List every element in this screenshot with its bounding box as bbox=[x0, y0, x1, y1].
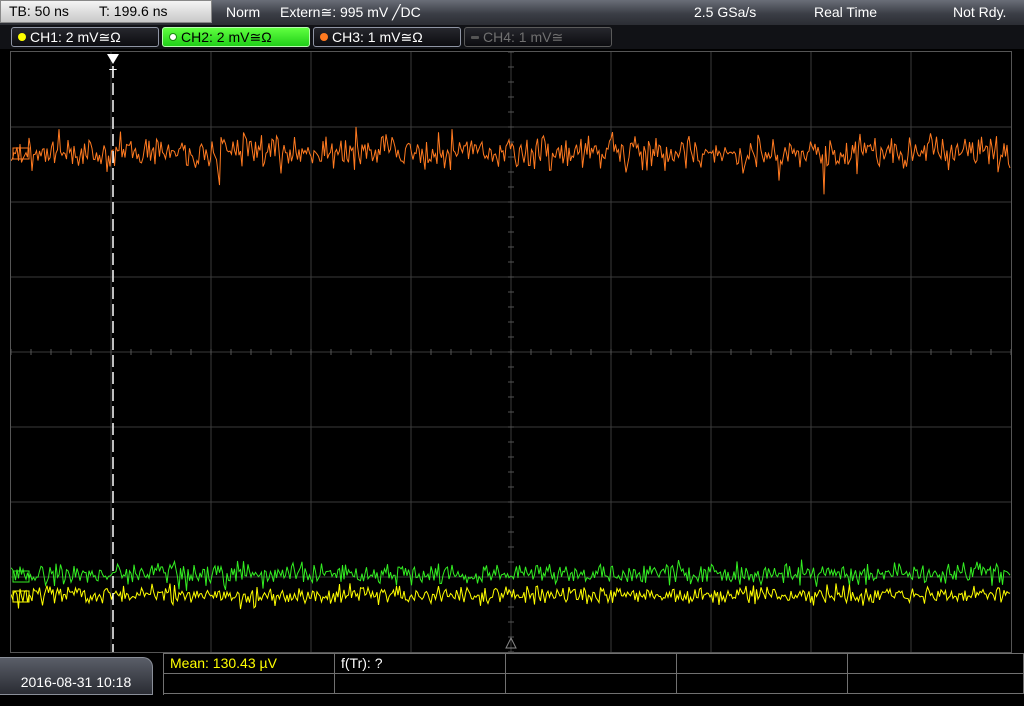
measurement-slot-6[interactable] bbox=[164, 674, 335, 694]
channel-4-button[interactable]: CH4: 1 mV≅ bbox=[464, 27, 612, 47]
measurement-slot-9[interactable] bbox=[677, 674, 848, 694]
sample-rate: 2.5 GSa/s bbox=[694, 4, 757, 20]
channel-2-label: CH2: 2 mV≅Ω bbox=[181, 29, 272, 45]
trigger-mode[interactable]: Norm bbox=[226, 0, 260, 24]
channel-2-dot-icon bbox=[169, 33, 177, 41]
channel-1-label: CH1: 2 mV≅Ω bbox=[30, 29, 121, 45]
channel-3-dot-icon bbox=[320, 33, 328, 41]
channel-4-label: CH4: 1 mV≅ bbox=[483, 29, 564, 45]
measurement-frequency[interactable]: f(Tr): ? bbox=[335, 654, 506, 674]
timebase-box[interactable]: TB: 50 ns T: 199.6 ns bbox=[0, 0, 212, 23]
acquisition-mode: Real Time bbox=[814, 4, 878, 20]
timebase-label: TB: 50 ns bbox=[9, 3, 69, 19]
trigger-position-icon bbox=[107, 54, 119, 64]
measurement-panel[interactable]: Mean: 130.43 µV f(Tr): ? bbox=[163, 653, 1024, 695]
channel-3-label: CH3: 1 mV≅Ω bbox=[332, 29, 423, 45]
trigger-source[interactable]: Extern≅: 995 mV ╱DC bbox=[280, 0, 421, 24]
trigger-marker-label: T bbox=[109, 66, 117, 81]
date-time-display: 2016-08-31 10:18 bbox=[0, 657, 153, 695]
channel-1-dot-icon bbox=[18, 33, 26, 41]
measurement-slot-5[interactable] bbox=[848, 654, 1024, 674]
graticule: T bbox=[11, 52, 1011, 652]
waveform-display[interactable]: T bbox=[10, 51, 1012, 653]
channel-3-button[interactable]: CH3: 1 mV≅Ω bbox=[313, 27, 461, 47]
measurement-slot-3[interactable] bbox=[506, 654, 677, 674]
channel-bar: CH1: 2 mV≅Ω CH2: 2 mV≅Ω CH3: 1 mV≅Ω CH4:… bbox=[0, 25, 1024, 49]
date-time-label: 2016-08-31 10:18 bbox=[20, 674, 132, 690]
trigger-time-label: T: 199.6 ns bbox=[99, 3, 168, 19]
measurement-slot-10[interactable] bbox=[848, 674, 1024, 694]
channel-2-button[interactable]: CH2: 2 mV≅Ω bbox=[162, 27, 310, 47]
channel-4-dash-icon bbox=[471, 36, 479, 39]
run-status: Not Rdy. bbox=[953, 4, 1007, 20]
measurement-mean[interactable]: Mean: 130.43 µV bbox=[164, 654, 335, 674]
measurement-slot-7[interactable] bbox=[335, 674, 506, 694]
top-status-bar: TB: 50 ns T: 199.6 ns Norm Extern≅: 995 … bbox=[0, 0, 1024, 26]
measurement-slot-4[interactable] bbox=[677, 654, 848, 674]
measurement-slot-8[interactable] bbox=[506, 674, 677, 694]
channel-1-button[interactable]: CH1: 2 mV≅Ω bbox=[11, 27, 159, 47]
